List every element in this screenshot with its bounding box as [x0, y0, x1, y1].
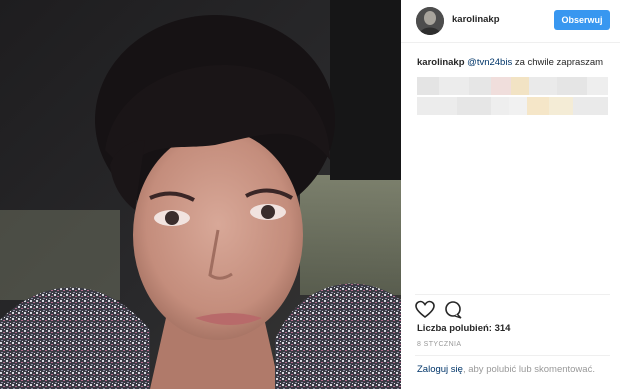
blur-block — [529, 77, 557, 95]
caption-mention[interactable]: @tvn24bis — [467, 57, 512, 68]
blur-block — [573, 97, 608, 115]
avatar[interactable] — [416, 7, 444, 35]
blur-block — [557, 77, 587, 95]
blur-block — [527, 97, 549, 115]
caption-username[interactable]: karolinakp — [417, 57, 465, 68]
comment-icon[interactable] — [445, 301, 462, 319]
blur-block — [491, 97, 509, 115]
login-link[interactable]: Zaloguj się — [417, 364, 463, 375]
login-prompt: Zaloguj się, aby polubić lub skomentować… — [417, 364, 607, 376]
blur-block — [439, 77, 469, 95]
blur-block — [457, 97, 491, 115]
avatar-image — [416, 7, 444, 35]
post-date: 8 STYCZNIA — [417, 341, 462, 348]
instagram-post: karolinakp Obserwuj karolinakp @tvn24bis… — [0, 0, 620, 389]
caption-text: za chwile zapraszam — [512, 57, 604, 68]
blur-block — [587, 77, 608, 95]
action-bar — [415, 300, 475, 325]
post-photo[interactable] — [0, 0, 401, 389]
header-username[interactable]: karolinakp — [452, 14, 500, 25]
action-icons — [415, 300, 462, 319]
divider — [415, 355, 610, 356]
follow-button[interactable]: Obserwuj — [554, 10, 610, 30]
blur-block — [417, 97, 457, 115]
blur-block — [417, 77, 439, 95]
blurred-comments — [417, 77, 608, 117]
likes-count[interactable]: Liczba polubień: 314 — [417, 323, 510, 334]
divider — [415, 294, 610, 295]
blur-block — [549, 97, 573, 115]
post-sidebar: karolinakp Obserwuj karolinakp @tvn24bis… — [401, 0, 620, 389]
blur-block — [511, 77, 529, 95]
login-text: , aby polubić lub skomentować. — [462, 364, 595, 375]
blur-block — [509, 97, 527, 115]
selfie-image — [0, 0, 401, 389]
caption: karolinakp @tvn24bis za chwile zapraszam — [417, 56, 617, 69]
blur-block — [469, 77, 491, 95]
post-header: karolinakp Obserwuj — [401, 0, 620, 43]
blur-block — [491, 77, 511, 95]
heart-icon[interactable] — [415, 300, 435, 319]
